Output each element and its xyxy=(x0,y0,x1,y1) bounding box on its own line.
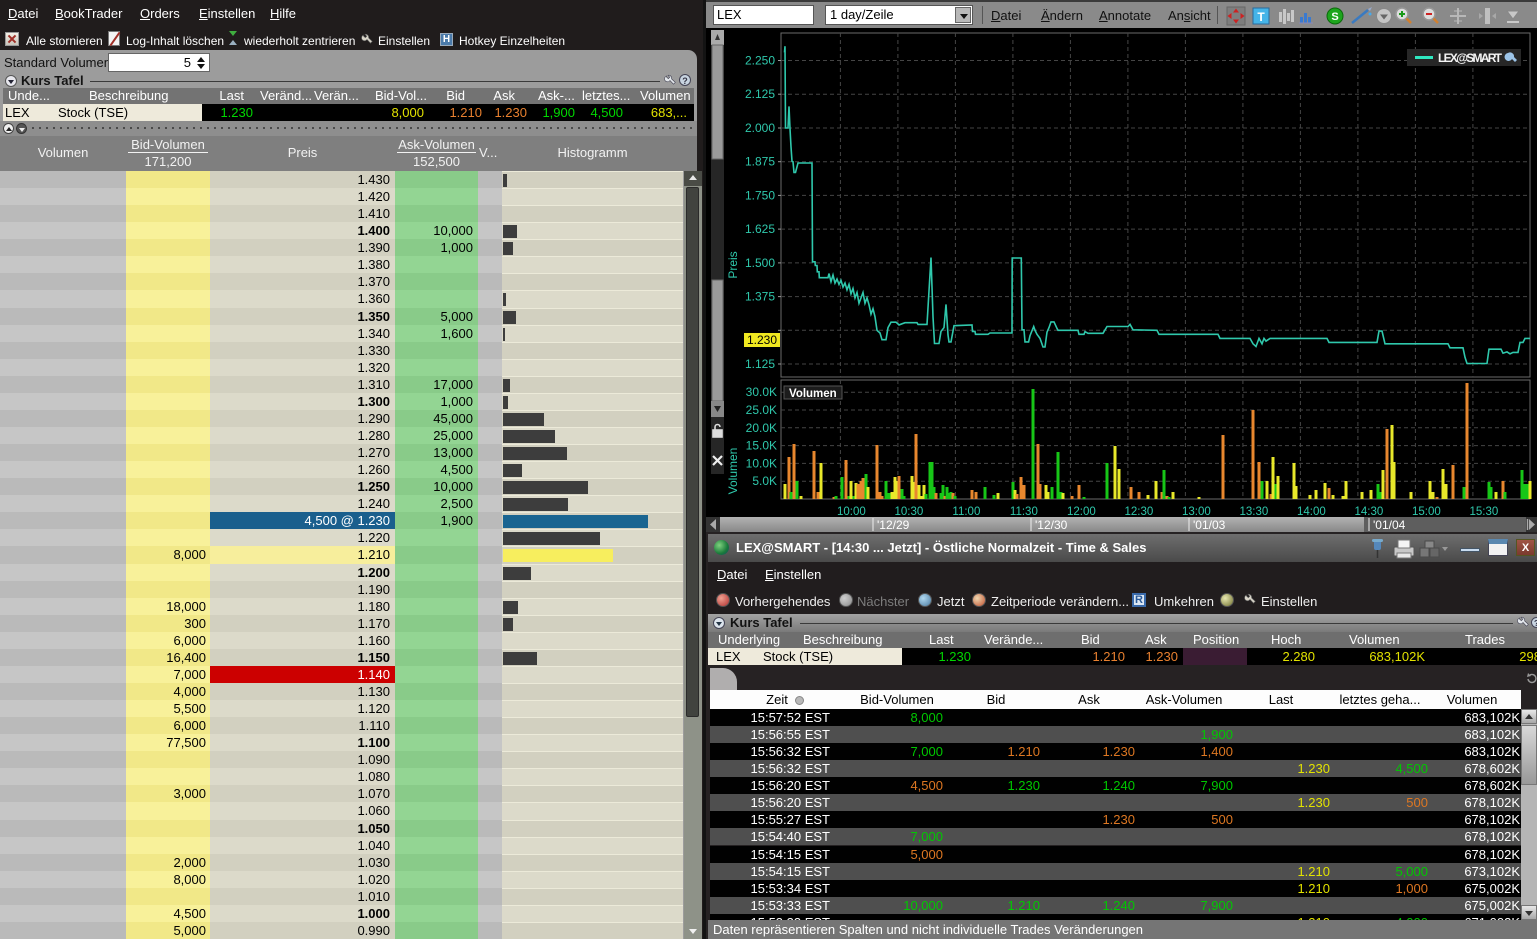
svg-text:15:30: 15:30 xyxy=(1470,506,1499,518)
svg-text:2.000: 2.000 xyxy=(745,121,775,135)
svg-text:Volumen: Volumen xyxy=(789,388,837,400)
svg-text:2.250: 2.250 xyxy=(745,54,775,68)
svg-text:13:00: 13:00 xyxy=(1182,506,1211,518)
svg-text:12:30: 12:30 xyxy=(1125,506,1154,518)
svg-text:1.750: 1.750 xyxy=(745,188,775,202)
svg-text:25.0K: 25.0K xyxy=(746,403,777,417)
svg-text:2.125: 2.125 xyxy=(745,87,775,101)
svg-text:11:00: 11:00 xyxy=(952,506,980,518)
svg-text:11:30: 11:30 xyxy=(1010,506,1038,518)
svg-text:'12/30: '12/30 xyxy=(1035,518,1068,532)
svg-text:1.375: 1.375 xyxy=(745,290,775,304)
svg-text:1.125: 1.125 xyxy=(745,357,775,371)
svg-text:LEX@SMART: LEX@SMART xyxy=(1438,51,1503,65)
svg-text:15.0K: 15.0K xyxy=(746,439,777,453)
svg-text:13:30: 13:30 xyxy=(1240,506,1269,518)
svg-text:T: T xyxy=(1257,10,1265,24)
svg-text:5.0K: 5.0K xyxy=(752,474,777,488)
svg-text:10:30: 10:30 xyxy=(895,506,924,518)
svg-text:S: S xyxy=(1331,11,1338,23)
svg-text:1.500: 1.500 xyxy=(745,256,775,270)
svg-text:10:00: 10:00 xyxy=(837,506,866,518)
svg-text:30.0K: 30.0K xyxy=(746,385,777,399)
svg-text:20.0K: 20.0K xyxy=(746,421,777,435)
svg-text:1.230: 1.230 xyxy=(747,333,777,347)
svg-text:12:00: 12:00 xyxy=(1067,506,1096,518)
svg-text:14:00: 14:00 xyxy=(1297,506,1326,518)
svg-text:'01/03: '01/03 xyxy=(1193,518,1226,532)
svg-text:10.0K: 10.0K xyxy=(746,456,777,470)
svg-text:15:00: 15:00 xyxy=(1412,506,1441,518)
svg-text:'01/04: '01/04 xyxy=(1373,518,1406,532)
svg-text:14:30: 14:30 xyxy=(1355,506,1384,518)
svg-text:Preis: Preis xyxy=(726,251,740,278)
svg-text:1.875: 1.875 xyxy=(745,155,775,169)
svg-text:1.625: 1.625 xyxy=(745,222,775,236)
svg-text:Volumen: Volumen xyxy=(726,448,740,495)
svg-text:'12/29: '12/29 xyxy=(877,518,910,532)
